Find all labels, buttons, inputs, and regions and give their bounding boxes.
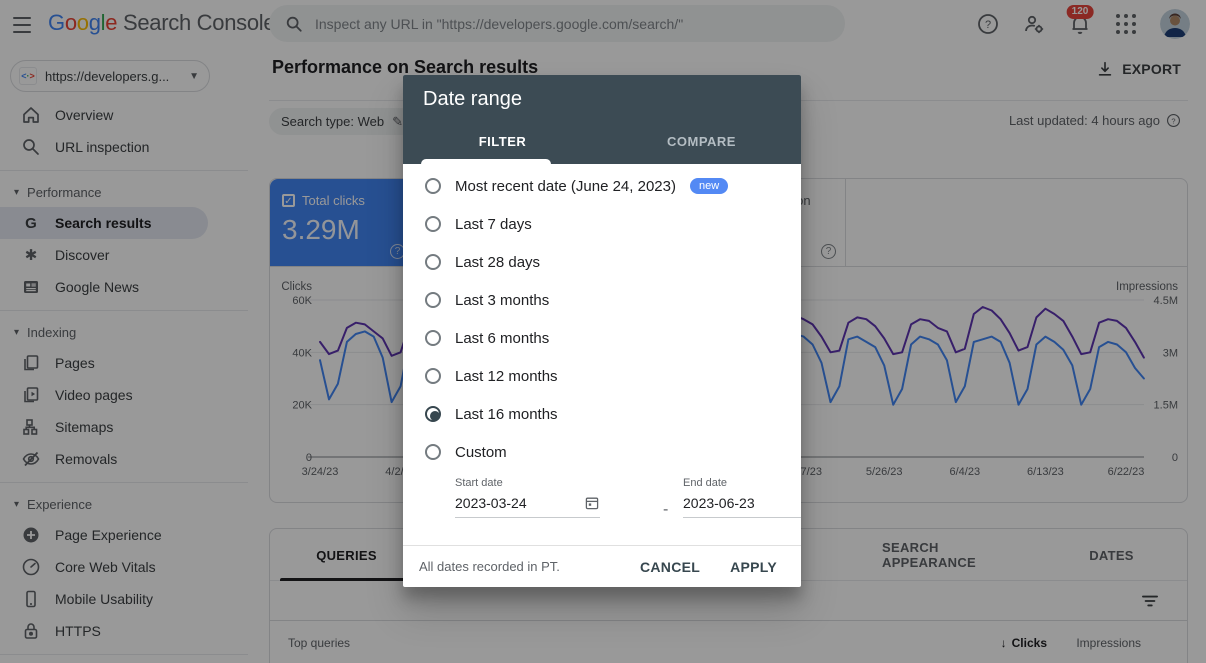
option-last-16-months[interactable]: Last 16 months bbox=[403, 395, 801, 433]
active-tab-indicator bbox=[421, 159, 551, 164]
dialog-tabs: FILTER COMPARE bbox=[403, 119, 801, 164]
radio-icon[interactable] bbox=[425, 254, 441, 270]
tab-compare[interactable]: COMPARE bbox=[602, 119, 801, 164]
radio-icon[interactable] bbox=[425, 216, 441, 232]
dialog-title: Date range bbox=[423, 88, 522, 111]
option-last-6-months[interactable]: Last 6 months bbox=[403, 319, 801, 357]
option-custom[interactable]: Custom bbox=[403, 433, 801, 471]
search-console-app: Google Search Console ? 120 <· bbox=[0, 0, 1206, 663]
option-last-28-days[interactable]: Last 28 days bbox=[403, 243, 801, 281]
new-badge: new bbox=[690, 178, 728, 194]
radio-icon[interactable] bbox=[425, 406, 441, 422]
custom-date-range: Start date 2023-03-24 - End date 2023-06… bbox=[455, 477, 801, 549]
dialog-footer: All dates recorded in PT. CANCEL APPLY bbox=[403, 545, 801, 587]
timezone-note: All dates recorded in PT. bbox=[419, 559, 610, 574]
tab-filter[interactable]: FILTER bbox=[403, 119, 602, 164]
option-most-recent-date[interactable]: Most recent date (June 24, 2023) new bbox=[403, 167, 801, 205]
end-date-field[interactable]: End date 2023-06-23 bbox=[683, 477, 801, 518]
dialog-header: Date range FILTER COMPARE bbox=[403, 75, 801, 164]
end-date-value[interactable]: 2023-06-23 bbox=[683, 495, 801, 511]
calendar-icon[interactable] bbox=[584, 495, 600, 511]
dialog-body: Most recent date (June 24, 2023) new Las… bbox=[403, 164, 801, 549]
radio-icon[interactable] bbox=[425, 178, 441, 194]
start-date-value[interactable]: 2023-03-24 bbox=[455, 495, 584, 511]
option-last-3-months[interactable]: Last 3 months bbox=[403, 281, 801, 319]
radio-icon[interactable] bbox=[425, 330, 441, 346]
option-last-7-days[interactable]: Last 7 days bbox=[403, 205, 801, 243]
option-last-12-months[interactable]: Last 12 months bbox=[403, 357, 801, 395]
date-range-dash: - bbox=[663, 501, 668, 519]
start-date-field[interactable]: Start date 2023-03-24 bbox=[455, 477, 600, 518]
radio-icon[interactable] bbox=[425, 292, 441, 308]
apply-button[interactable]: APPLY bbox=[730, 559, 777, 575]
radio-icon[interactable] bbox=[425, 368, 441, 384]
date-range-dialog: Date range FILTER COMPARE Most recent da… bbox=[403, 75, 801, 587]
cancel-button[interactable]: CANCEL bbox=[640, 559, 700, 575]
radio-icon[interactable] bbox=[425, 444, 441, 460]
